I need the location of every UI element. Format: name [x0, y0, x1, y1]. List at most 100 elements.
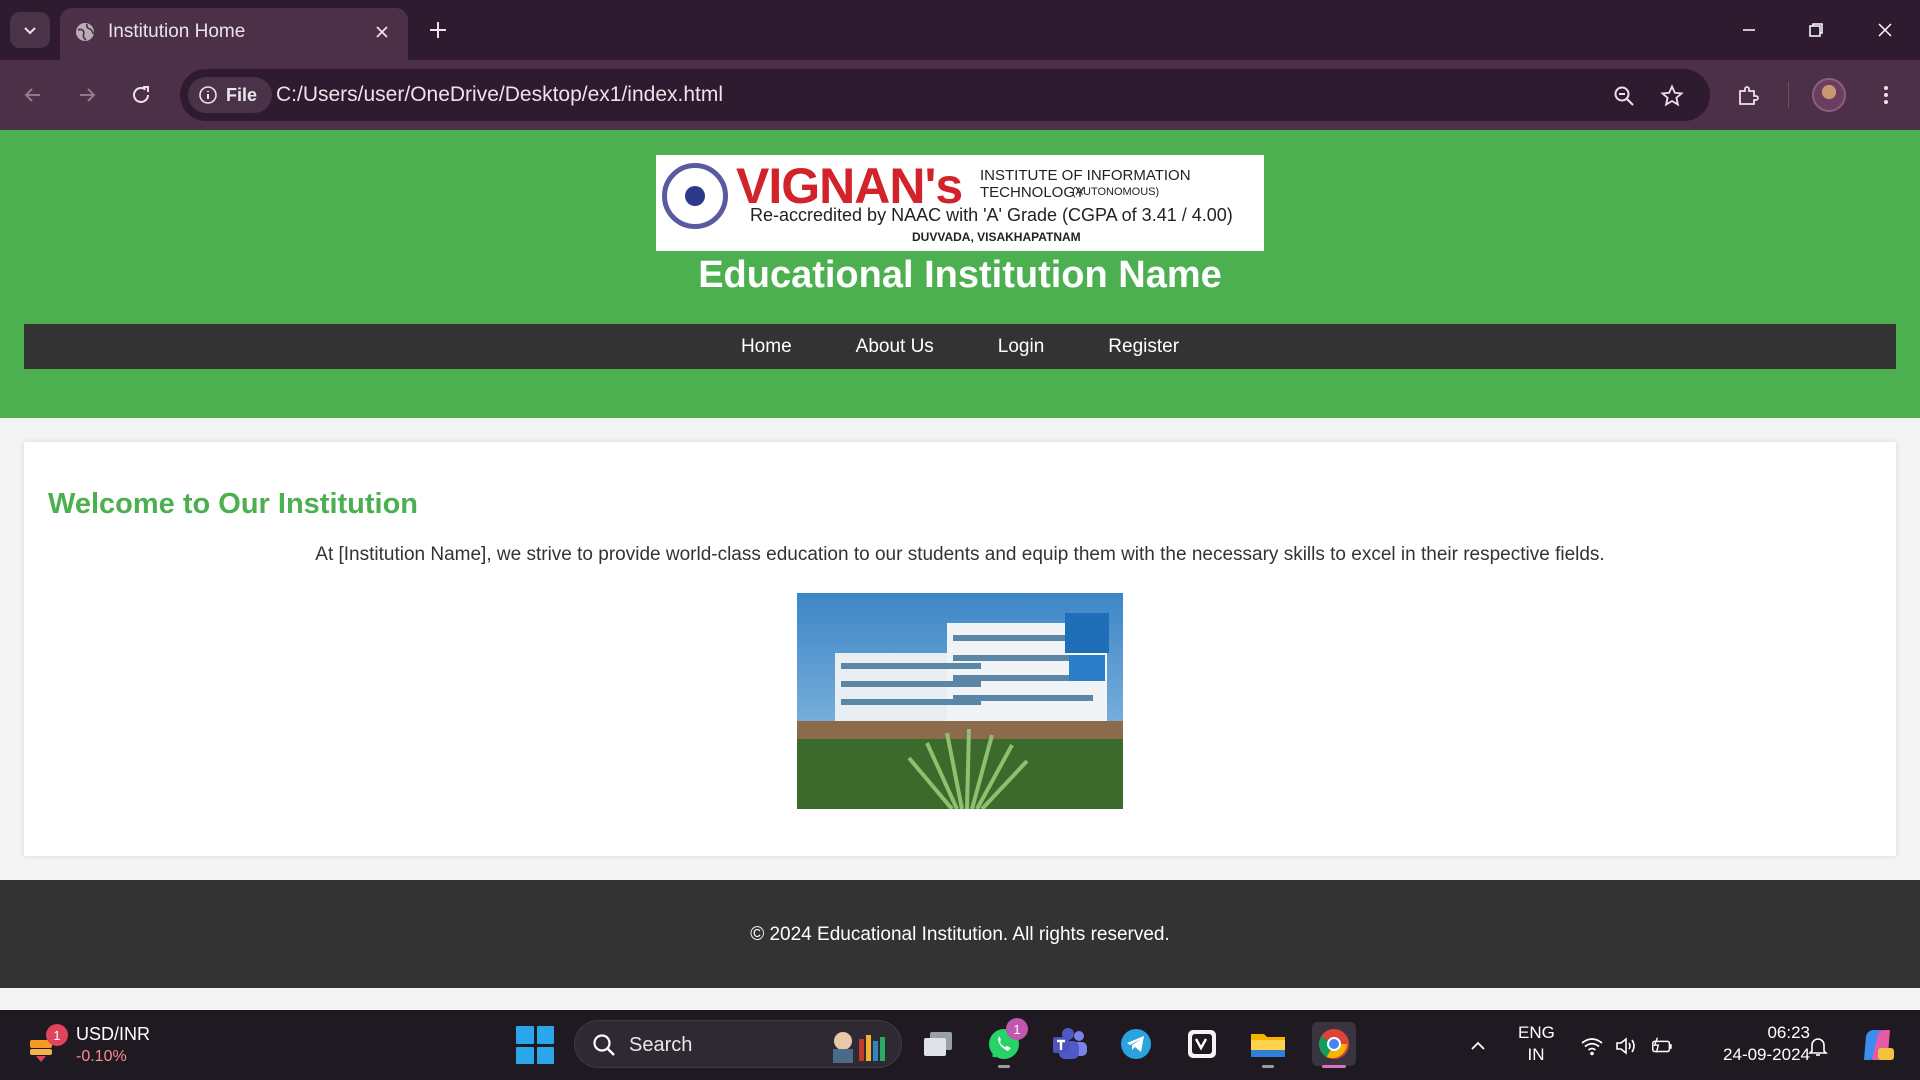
- close-window-button[interactable]: [1862, 12, 1908, 48]
- reload-icon: [133, 86, 149, 103]
- site-header: VIGNAN's INSTITUTE OF INFORMATION TECHNO…: [0, 130, 1920, 418]
- forward-button[interactable]: [68, 76, 106, 114]
- taskbar-chrome[interactable]: [1312, 1022, 1356, 1068]
- main-nav: Home About Us Login Register: [24, 324, 1896, 369]
- extensions-button[interactable]: [1730, 77, 1766, 113]
- capcut-icon: [1188, 1030, 1216, 1058]
- site-info-chip[interactable]: File: [188, 77, 272, 113]
- more-vertical-icon: [1884, 86, 1888, 104]
- whatsapp-badge: 1: [1006, 1018, 1028, 1040]
- search-label: Search: [629, 1034, 693, 1056]
- browser-tab-bar: Institution Home: [0, 0, 1920, 60]
- campus-building-illustration: [797, 593, 1123, 809]
- welcome-heading: Welcome to Our Institution: [48, 488, 419, 520]
- site-title: Educational Institution Name: [698, 254, 1222, 296]
- widget-value: -0.10%: [76, 1048, 127, 1065]
- logo-place: DUVVADA, VISAKHAPATNAM: [912, 230, 1081, 244]
- search-icon: [593, 1034, 615, 1056]
- nav-register[interactable]: Register: [1076, 336, 1211, 358]
- content-section: Welcome to Our Institution At [Instituti…: [24, 442, 1896, 856]
- nav-login[interactable]: Login: [966, 336, 1077, 358]
- tray-wifi[interactable]: [1580, 1034, 1604, 1058]
- restore-icon: [1809, 23, 1823, 37]
- lang-line2: IN: [1527, 1045, 1545, 1064]
- back-button[interactable]: [14, 76, 52, 114]
- campus-image: [797, 593, 1123, 809]
- taskbar-telegram[interactable]: [1114, 1022, 1158, 1066]
- tab-close-button[interactable]: [370, 20, 394, 44]
- system-clock[interactable]: 06:23 24-09-2024: [1692, 1022, 1810, 1066]
- nav-about-us[interactable]: About Us: [824, 336, 966, 358]
- currency-widget[interactable]: 1 USD/INR -0.10%: [26, 1024, 176, 1068]
- footer-copyright: © 2024 Educational Institution. All righ…: [750, 924, 1170, 945]
- toolbar-divider: [1788, 82, 1789, 108]
- tab-institution-home[interactable]: Institution Home: [60, 8, 408, 60]
- widget-badge: 1: [46, 1024, 68, 1046]
- notification-bell-icon: [1808, 1038, 1828, 1056]
- web-page: VIGNAN's INSTITUTE OF INFORMATION TECHNO…: [0, 130, 1920, 1010]
- site-footer: © 2024 Educational Institution. All righ…: [0, 880, 1920, 988]
- site-chip-label: File: [226, 84, 258, 105]
- minimize-button[interactable]: [1726, 12, 1772, 48]
- chrome-icon: [1318, 1029, 1349, 1059]
- bookmark-button[interactable]: [1658, 82, 1686, 110]
- arrow-left-icon: [24, 88, 40, 102]
- new-tab-button[interactable]: [424, 16, 452, 44]
- minimize-icon: [1743, 29, 1755, 31]
- battery-charging-icon: [1652, 1037, 1672, 1053]
- plus-icon: [430, 22, 446, 38]
- browser-toolbar: File C:/Users/user/OneDrive/Desktop/ex1/…: [0, 60, 1920, 130]
- start-button[interactable]: [516, 1026, 554, 1064]
- folder-icon: [1251, 1034, 1285, 1057]
- tray-copilot[interactable]: [1858, 1026, 1896, 1064]
- zoom-icon: [1614, 86, 1634, 106]
- info-icon: [199, 86, 217, 104]
- wifi-icon: [1581, 1038, 1603, 1056]
- intro-paragraph: At [Institution Name], we strive to prov…: [315, 544, 1605, 565]
- taskbar-capcut[interactable]: [1180, 1022, 1224, 1066]
- windows-logo-icon: [516, 1026, 534, 1044]
- profile-avatar[interactable]: [1812, 78, 1846, 112]
- nav-home[interactable]: Home: [709, 336, 824, 358]
- taskbar-whatsapp[interactable]: 1: [982, 1018, 1028, 1068]
- task-view-icon: [924, 1032, 952, 1056]
- chevron-up-icon: [1471, 1041, 1485, 1050]
- volume-icon: [1616, 1037, 1635, 1055]
- browser-menu-button[interactable]: [1868, 77, 1904, 113]
- chevron-down-icon: [24, 27, 36, 35]
- tab-title: Institution Home: [108, 21, 246, 42]
- logo-autonomous: (AUTONOMOUS): [1072, 186, 1160, 198]
- clock-date: 24-09-2024: [1723, 1045, 1810, 1064]
- language-indicator[interactable]: ENG IN: [1518, 1022, 1555, 1066]
- close-icon: [376, 26, 388, 38]
- globe-icon: [76, 23, 94, 41]
- tray-volume[interactable]: [1614, 1034, 1638, 1058]
- institution-logo: VIGNAN's INSTITUTE OF INFORMATION TECHNO…: [656, 155, 1264, 251]
- telegram-icon: [1121, 1029, 1151, 1059]
- close-icon: [1878, 23, 1892, 37]
- widget-label: USD/INR: [76, 1024, 151, 1044]
- taskbar-teams[interactable]: [1048, 1022, 1092, 1066]
- taskbar-search[interactable]: Search: [574, 1020, 902, 1068]
- arrow-right-icon: [80, 88, 96, 102]
- emblem-icon: [662, 163, 728, 229]
- taskbar-file-explorer[interactable]: [1246, 1022, 1290, 1068]
- tray-overflow-button[interactable]: [1466, 1034, 1490, 1058]
- search-highlight-art: [833, 1032, 885, 1063]
- restore-button[interactable]: [1793, 12, 1839, 48]
- star-icon: [1660, 84, 1684, 107]
- teams-icon: [1053, 1028, 1087, 1059]
- taskbar-task-view[interactable]: [916, 1022, 960, 1066]
- tab-search-button[interactable]: [10, 12, 50, 48]
- clock-time: 06:23: [1767, 1023, 1810, 1042]
- zoom-button[interactable]: [1610, 82, 1638, 110]
- logo-accreditation: Re-accredited by NAAC with 'A' Grade (CG…: [750, 205, 1233, 225]
- lang-line1: ENG: [1518, 1023, 1555, 1042]
- url-text[interactable]: C:/Users/user/OneDrive/Desktop/ex1/index…: [276, 83, 723, 107]
- address-bar[interactable]: File C:/Users/user/OneDrive/Desktop/ex1/…: [180, 69, 1710, 121]
- tray-battery[interactable]: [1650, 1034, 1674, 1058]
- puzzle-icon: [1739, 86, 1759, 105]
- copilot-icon: [1864, 1030, 1894, 1060]
- tray-notifications[interactable]: [1806, 1034, 1830, 1058]
- reload-button[interactable]: [122, 76, 160, 114]
